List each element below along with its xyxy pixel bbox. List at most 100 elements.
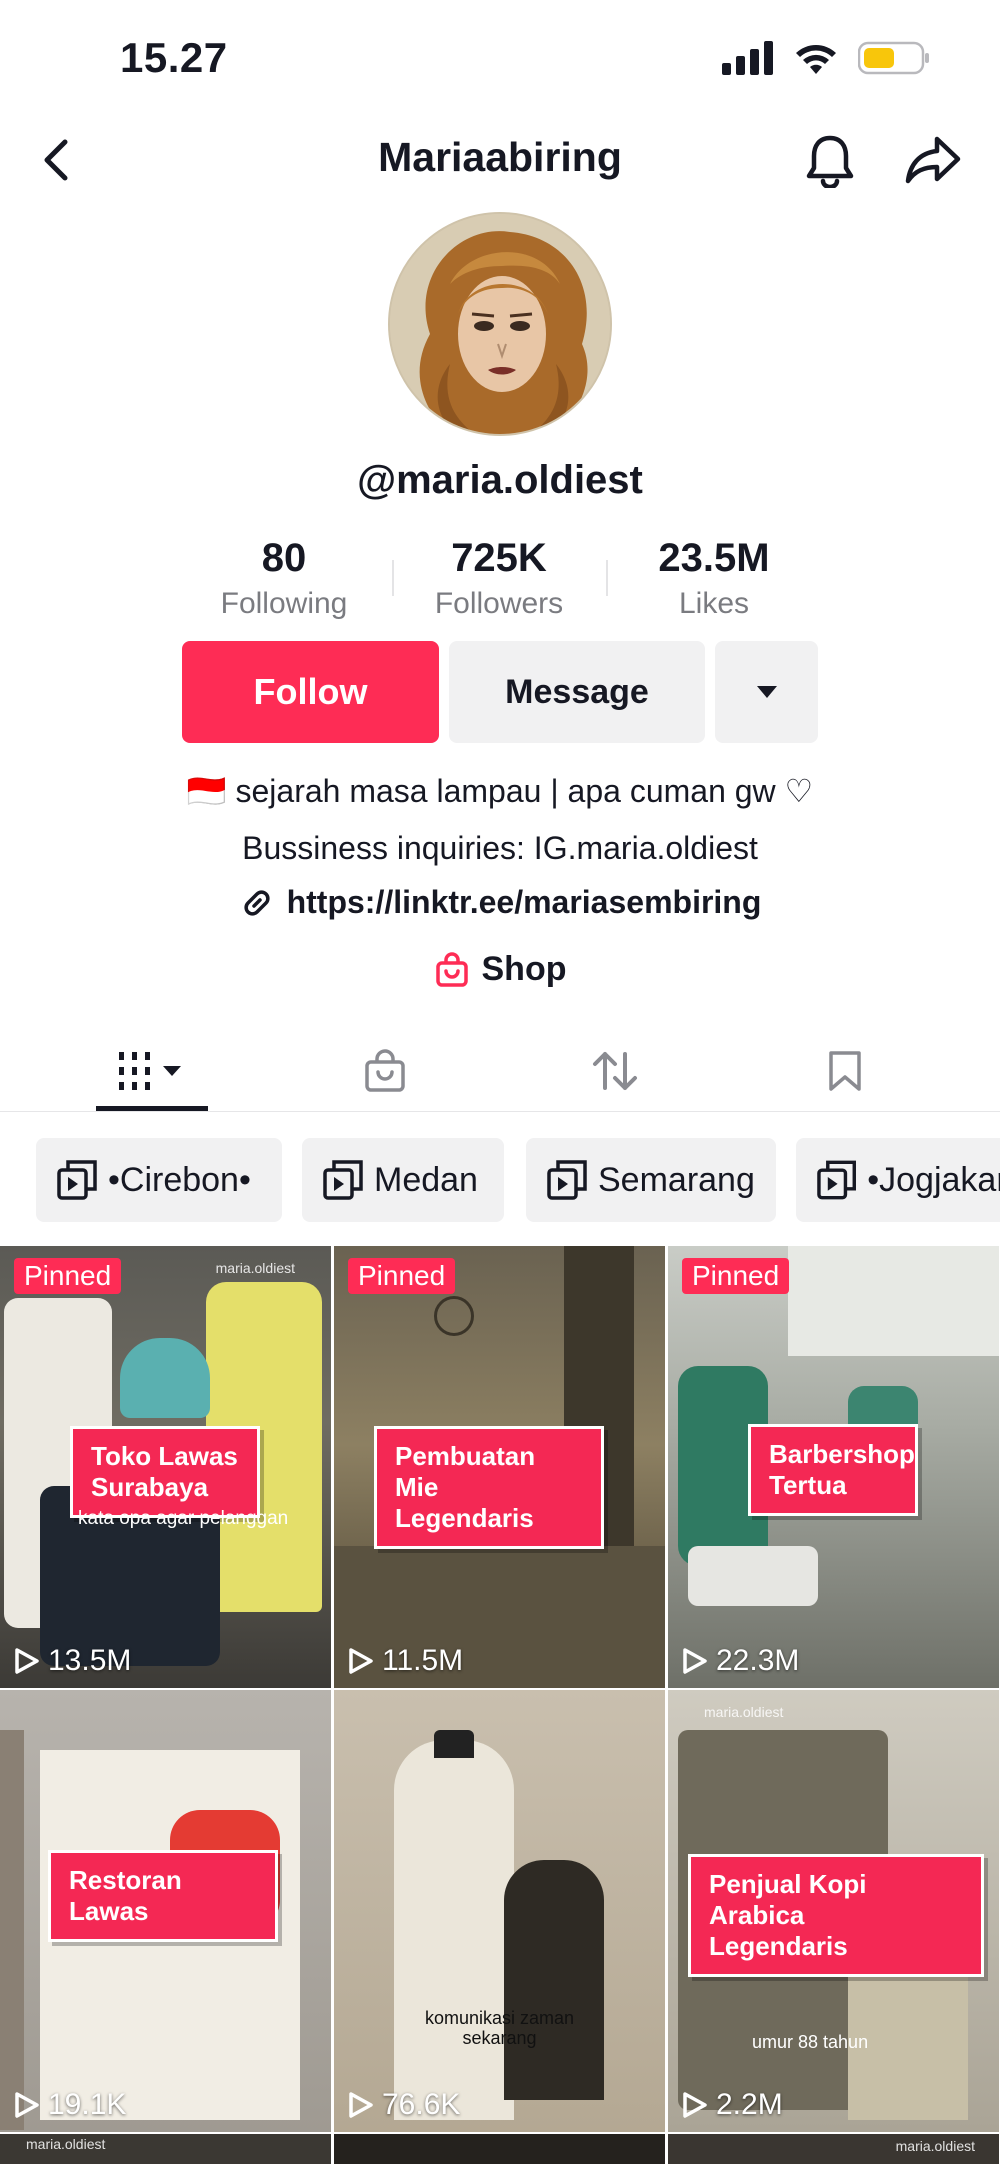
playlist-chip-label: •Jogjakarta — [867, 1160, 1000, 1199]
video-thumbnail[interactable]: maria.oldiest — [0, 2134, 331, 2164]
view-count: 11.5M — [348, 1644, 463, 1678]
playlist-icon — [57, 1160, 97, 1200]
repost-icon — [593, 1052, 637, 1090]
video-thumbnail[interactable] — [334, 2134, 665, 2164]
video-title-card: Toko Lawas Surabaya — [70, 1426, 260, 1518]
view-count-text: 13.5M — [48, 1644, 132, 1677]
playlist-icon — [547, 1160, 587, 1200]
video-title-card: Restoran Lawas — [48, 1850, 278, 1942]
view-count-text: 2.2M — [716, 2088, 783, 2121]
video-caption: kata opa agar pelanggan — [78, 1508, 289, 1529]
bio-link-text: https://linktr.ee/mariasembiring — [286, 884, 762, 920]
stat-label: Following — [220, 587, 348, 620]
view-count: 13.5M — [14, 1644, 131, 1678]
stat-divider — [392, 560, 394, 596]
stat-divider — [606, 560, 608, 596]
video-title-line: Tertua — [769, 1470, 847, 1500]
caret-down-icon — [756, 686, 777, 698]
video-title-line: Restoran Lawas — [69, 1865, 182, 1926]
profile-stats: 80 Following 725K Followers 23.5M Likes — [0, 536, 1000, 626]
video-title-line: Legendaris — [395, 1503, 534, 1533]
thumbnail-image — [334, 1690, 665, 2132]
playlist-chip[interactable]: Medan — [302, 1138, 504, 1222]
watermark: maria.oldiest — [895, 2138, 975, 2154]
video-title-card: Pembuatan Mie Legendaris — [374, 1426, 604, 1549]
share-icon — [905, 136, 961, 184]
bag-icon — [365, 1049, 405, 1092]
playlist-chip[interactable]: •Jogjakarta — [796, 1138, 1000, 1222]
view-count: 19.1K — [14, 2088, 126, 2122]
stat-likes[interactable]: 23.5M Likes — [624, 536, 804, 621]
bio-link[interactable]: https://linktr.ee/mariasembiring — [0, 884, 1000, 921]
pinned-badge: Pinned — [14, 1258, 122, 1294]
watermark: maria.oldiest — [704, 1704, 784, 1720]
stat-label: Followers — [434, 587, 564, 620]
stat-label: Likes — [678, 587, 750, 620]
video-caption: komunikasi zaman sekarang — [424, 2008, 575, 2048]
video-caption: umur 88 tahun — [752, 2032, 869, 2052]
playlist-chip-label: Medan — [374, 1160, 478, 1199]
profile-header: Mariaabiring — [0, 120, 1000, 200]
pinned-badge: Pinned — [682, 1258, 790, 1294]
stat-following[interactable]: 80 Following — [194, 536, 374, 621]
view-count: 2.2M — [682, 2088, 783, 2122]
view-count-text: 76.6K — [382, 2088, 461, 2121]
shop-bag-icon — [435, 951, 468, 987]
video-thumbnail[interactable]: maria.oldiest Pinned Toko Lawas Surabaya… — [0, 1246, 331, 1688]
play-icon — [683, 2092, 707, 2118]
video-thumbnail[interactable]: komunikasi zaman sekarang 76.6K — [334, 1690, 665, 2132]
video-title-line: Pembuatan Mie — [395, 1441, 536, 1502]
video-thumbnail[interactable]: maria.oldiest — [668, 2134, 999, 2164]
bio-line: Bussiness inquiries: IG.maria.oldiest — [242, 830, 758, 866]
play-icon — [349, 2092, 373, 2118]
playlist-icon — [817, 1160, 856, 1200]
play-icon — [349, 1648, 373, 1674]
video-title-line: Penjual Kopi Arabica — [709, 1869, 867, 1930]
stat-value: 80 — [261, 536, 307, 580]
bell-icon — [806, 135, 854, 188]
active-tab-indicator — [96, 1106, 208, 1111]
share-button[interactable] — [900, 130, 966, 190]
watermark: maria.oldiest — [215, 1260, 295, 1276]
playlist-chip-label: •Cirebon• — [108, 1160, 251, 1199]
shop-link[interactable]: Shop — [0, 950, 1000, 989]
status-time: 15.27 — [120, 34, 228, 81]
tab-favorites[interactable] — [800, 1030, 890, 1112]
playlist-chip[interactable]: •Cirebon• — [36, 1138, 282, 1222]
avatar[interactable] — [388, 212, 612, 436]
tab-shop[interactable] — [340, 1030, 430, 1112]
grid-icon — [119, 1052, 181, 1090]
stat-followers[interactable]: 725K Followers — [409, 536, 589, 621]
video-thumbnail[interactable]: Restoran Lawas 19.1K — [0, 1690, 331, 2132]
status-bar: 15.27 — [0, 0, 1000, 120]
playlist-chips: •Cirebon• Medan Semarang •Jogjakarta — [36, 1138, 1000, 1222]
view-count-text: 19.1K — [48, 2088, 127, 2121]
bio-line: 🇮🇩 sejarah masa lampau | apa cuman gw ♡ — [186, 773, 814, 809]
video-thumbnail[interactable]: Pinned Barbershop Tertua 22.3M — [668, 1246, 999, 1688]
video-title-line: Legendaris — [709, 1931, 848, 1961]
video-thumbnail[interactable]: maria.oldiest Penjual Kopi Arabica Legen… — [668, 1690, 999, 2132]
message-button[interactable]: Message — [449, 641, 705, 743]
view-count-text: 22.3M — [716, 1644, 800, 1677]
play-icon — [15, 1648, 39, 1674]
video-grid: maria.oldiest Pinned Toko Lawas Surabaya… — [0, 1246, 1000, 2164]
username: @maria.oldiest — [357, 458, 643, 502]
avatar-illustration — [390, 214, 610, 434]
video-title-line: Toko Lawas — [91, 1441, 238, 1471]
playlist-chip-label: Semarang — [598, 1160, 755, 1199]
tab-reposts[interactable] — [570, 1030, 660, 1112]
signal-icon — [722, 41, 773, 75]
wifi-icon — [796, 45, 836, 74]
tab-videos[interactable] — [96, 1030, 208, 1112]
stat-value: 23.5M — [658, 536, 770, 580]
pinned-badge: Pinned — [348, 1258, 456, 1294]
video-thumbnail[interactable]: Pinned Pembuatan Mie Legendaris 11.5M — [334, 1246, 665, 1688]
more-options-button[interactable] — [715, 641, 818, 743]
follow-button[interactable]: Follow — [182, 641, 439, 743]
shop-label: Shop — [481, 950, 567, 988]
notifications-button[interactable] — [800, 130, 860, 190]
video-title-card: Barbershop Tertua — [748, 1424, 918, 1516]
view-count: 22.3M — [682, 1644, 799, 1678]
playlist-chip[interactable]: Semarang — [526, 1138, 776, 1222]
bookmark-icon — [829, 1051, 861, 1091]
